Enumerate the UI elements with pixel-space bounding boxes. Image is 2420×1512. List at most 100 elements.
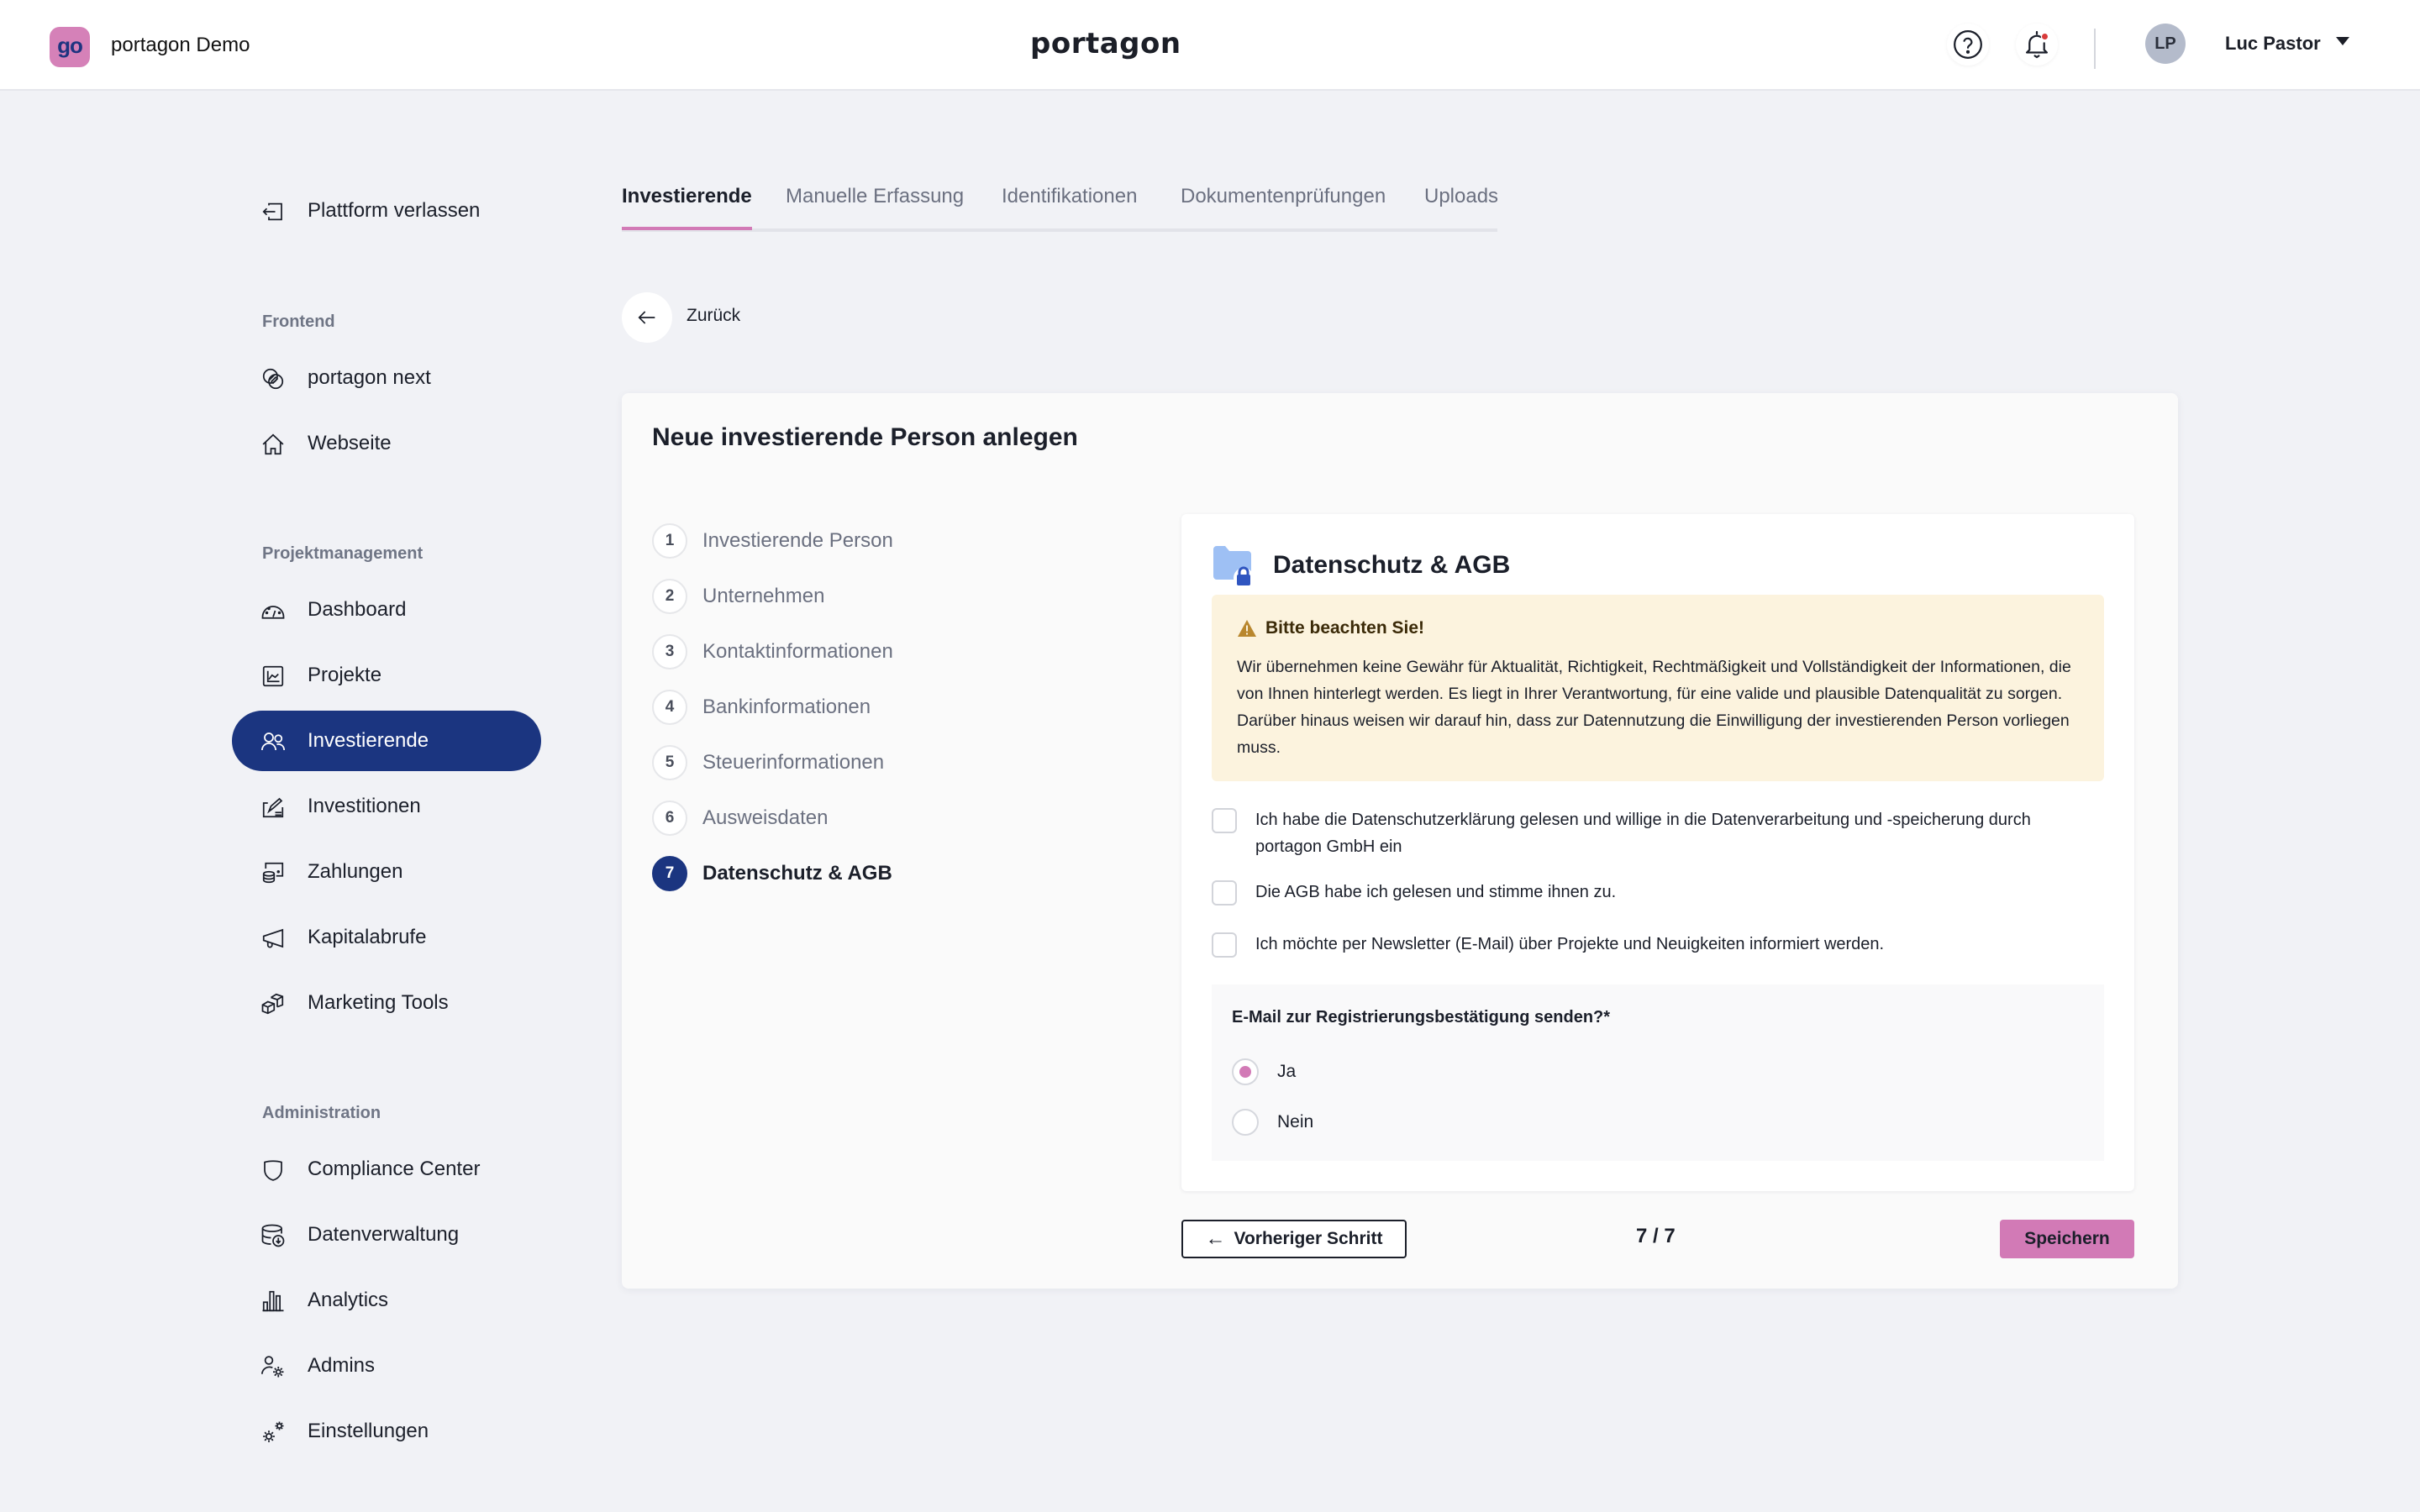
- folder-lock-icon: [1213, 546, 1254, 586]
- radio-label: Nein: [1277, 1112, 1314, 1131]
- card-title: Neue investierende Person anlegen: [652, 423, 1078, 451]
- notice-text: Wir übernehmen keine Gewähr für Aktualit…: [1237, 658, 2071, 757]
- sidebar-item-exit[interactable]: Plattform verlassen: [232, 181, 541, 241]
- sidebar-item-label: Compliance Center: [308, 1158, 481, 1180]
- megaphone-icon: [262, 928, 284, 948]
- tab-investierende[interactable]: Investierende: [622, 185, 752, 230]
- step-label: Ausweisdaten: [702, 806, 829, 829]
- privacy-consent-checkbox[interactable]: [1212, 808, 1237, 833]
- step-3[interactable]: 3 Kontaktinformationen: [652, 634, 893, 669]
- sidebar-item-einstellungen[interactable]: Einstellungen: [232, 1401, 541, 1462]
- sidebar-item-portagon-next[interactable]: portagon next: [232, 348, 541, 408]
- sidebar-item-investierende[interactable]: Investierende: [232, 711, 541, 771]
- gauge-icon: [261, 606, 285, 619]
- sidebar-item-label: Einstellungen: [308, 1420, 429, 1442]
- registration-email-radio-group: E-Mail zur Registrierungsbestätigung sen…: [1212, 984, 2104, 1161]
- signature-icon: [262, 797, 284, 818]
- sidebar-section-frontend: Frontend: [262, 312, 335, 331]
- sidebar-item-label: Dashboard: [308, 598, 407, 621]
- home-icon: [262, 433, 284, 455]
- radio-label: Ja: [1277, 1062, 1297, 1081]
- sidebar-item-admins[interactable]: Admins: [232, 1336, 541, 1396]
- notification-dot: [2040, 32, 2049, 41]
- top-header: go portagon Demo portagon LP Luc Pastor: [0, 0, 2420, 91]
- help-button[interactable]: [1947, 24, 1989, 66]
- avatar[interactable]: LP: [2145, 24, 2186, 64]
- privacy-consent-checkbox-row[interactable]: Ich habe die Datenschutzerklärung gelese…: [1212, 808, 2087, 860]
- checkbox-label: Die AGB habe ich gelesen und stimme ihne…: [1255, 883, 1617, 901]
- header-divider: [2094, 29, 2096, 69]
- sidebar-item-label: Webseite: [308, 432, 392, 454]
- terms-consent-checkbox[interactable]: [1212, 880, 1237, 906]
- sidebar-item-label: Analytics: [308, 1289, 389, 1311]
- tab-identifikationen[interactable]: Identifikationen: [1002, 185, 1137, 227]
- sidebar: Plattform verlassen Frontend portagon ne…: [0, 91, 588, 1512]
- radio-ja[interactable]: [1232, 1058, 1259, 1085]
- tab-uploads[interactable]: Uploads: [1424, 185, 1498, 227]
- newsletter-checkbox-row[interactable]: Ich möchte per Newsletter (E-Mail) über …: [1212, 932, 2087, 958]
- tab-bar: Investierende Manuelle Erfassung Identif…: [622, 181, 1498, 232]
- notifications-button[interactable]: [2016, 24, 2058, 66]
- save-button[interactable]: Speichern: [2000, 1220, 2134, 1258]
- sidebar-item-webseite[interactable]: Webseite: [232, 413, 541, 474]
- sidebar-item-label: Marketing Tools: [308, 991, 449, 1014]
- chart-line-icon: [262, 665, 284, 687]
- sidebar-item-kapitalabrufe[interactable]: Kapitalabrufe: [232, 907, 541, 968]
- tab-dokumentenpruefungen[interactable]: Dokumentenprüfungen: [1181, 185, 1386, 227]
- bell-icon: [2026, 30, 2049, 59]
- radio-option-nein[interactable]: Nein: [1232, 1109, 1313, 1136]
- step-label: Kontaktinformationen: [702, 640, 893, 663]
- sidebar-item-label: Admins: [308, 1354, 376, 1377]
- step-7[interactable]: 7 Datenschutz & AGB: [652, 856, 892, 891]
- step-1[interactable]: 1 Investierende Person: [652, 523, 893, 559]
- step-4[interactable]: 4 Bankinformationen: [652, 690, 871, 725]
- sidebar-item-marketing-tools[interactable]: Marketing Tools: [232, 973, 541, 1033]
- sidebar-item-label: Zahlungen: [308, 860, 403, 883]
- step-number: 7: [652, 856, 687, 891]
- user-name[interactable]: Luc Pastor: [2225, 33, 2321, 55]
- sidebar-item-projekte[interactable]: Projekte: [232, 645, 541, 706]
- sidebar-item-zahlungen[interactable]: Zahlungen: [232, 842, 541, 902]
- user-menu-caret-icon[interactable]: [2336, 37, 2349, 45]
- step-number: 6: [652, 801, 687, 836]
- sidebar-item-label: Datenverwaltung: [308, 1223, 460, 1246]
- sidebar-item-compliance-center[interactable]: Compliance Center: [232, 1139, 541, 1200]
- app-name[interactable]: portagon Demo: [111, 34, 250, 57]
- sidebar-item-datenverwaltung[interactable]: Datenverwaltung: [232, 1205, 541, 1265]
- app-logo[interactable]: go: [50, 27, 90, 67]
- back-link[interactable]: Zurück: [687, 306, 740, 326]
- portagon-next-icon: [262, 368, 284, 390]
- terms-consent-checkbox-row[interactable]: Die AGB habe ich gelesen und stimme ihne…: [1212, 880, 2087, 906]
- step-5[interactable]: 5 Steuerinformationen: [652, 745, 884, 780]
- step-number: 2: [652, 579, 687, 614]
- sidebar-section-projektmanagement: Projektmanagement: [262, 544, 424, 563]
- back-button[interactable]: [622, 292, 672, 343]
- sidebar-item-dashboard[interactable]: Dashboard: [232, 580, 541, 640]
- sidebar-item-analytics[interactable]: Analytics: [232, 1270, 541, 1331]
- step-6[interactable]: 6 Ausweisdaten: [652, 801, 828, 836]
- user-gear-icon: [261, 1356, 284, 1378]
- step-2[interactable]: 2 Unternehmen: [652, 579, 824, 614]
- coins-icon: [262, 862, 284, 884]
- radio-option-ja[interactable]: Ja: [1232, 1058, 1296, 1085]
- step-label: Steuerinformationen: [702, 751, 885, 774]
- tab-manuelle-erfassung[interactable]: Manuelle Erfassung: [786, 185, 964, 227]
- newsletter-checkbox[interactable]: [1212, 932, 1237, 958]
- sidebar-item-label: Projekte: [308, 664, 382, 686]
- sidebar-item-label: Plattform verlassen: [308, 199, 481, 222]
- database-download-icon: [261, 1224, 285, 1247]
- checkbox-label: Ich möchte per Newsletter (E-Mail) über …: [1255, 935, 1885, 953]
- users-icon: [261, 732, 285, 751]
- warning-icon: [1238, 620, 1256, 637]
- shield-icon: [264, 1160, 282, 1181]
- step-number: 5: [652, 745, 687, 780]
- step-label: Investierende Person: [702, 529, 893, 552]
- notice-title: Bitte beachten Sie!: [1265, 618, 1425, 638]
- previous-step-button[interactable]: ← Vorheriger Schritt: [1181, 1220, 1407, 1258]
- sidebar-item-label: Kapitalabrufe: [308, 926, 427, 948]
- radio-nein[interactable]: [1232, 1109, 1259, 1136]
- step-label: Bankinformationen: [702, 696, 871, 718]
- step-counter: 7 / 7: [1636, 1225, 1676, 1247]
- step-label: Datenschutz & AGB: [702, 862, 892, 885]
- sidebar-item-investitionen[interactable]: Investitionen: [232, 776, 541, 837]
